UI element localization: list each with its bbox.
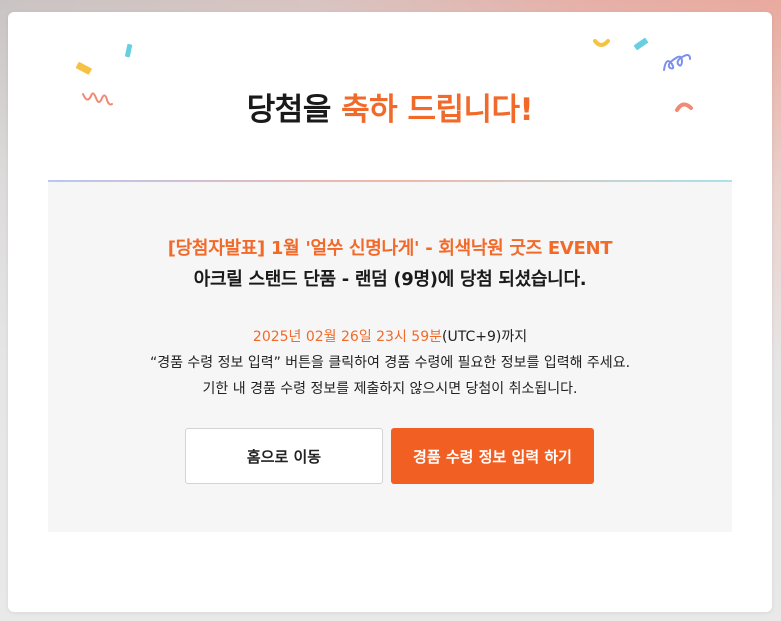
deadline-line: 2025년 02월 26일 23시 59분(UTC+9)까지: [48, 324, 732, 350]
congratulations-heading: 당첨을 축하 드립니다!: [8, 84, 772, 129]
deadline-timezone: (UTC+9)까지: [442, 329, 528, 345]
confetti-yellow-left-icon: [75, 62, 92, 75]
heading-accent: 축하 드립니다!: [341, 92, 534, 128]
instructions: 2025년 02월 26일 23시 59분(UTC+9)까지 “경품 수령 정보…: [48, 324, 732, 402]
winner-modal: 당첨을 축하 드립니다! [당첨자발표] 1월 '얼쑤 신명나게' - 회색낙원…: [8, 12, 772, 612]
warning-line: 기한 내 경품 수령 정보를 제출하지 않으시면 당첨이 취소됩니다.: [202, 381, 578, 397]
event-title: [당첨자발표] 1월 '얼쑤 신명나게' - 회색낙원 굿즈 EVENT: [167, 238, 613, 259]
submit-prize-info-button[interactable]: 경품 수령 정보 입력 하기: [391, 428, 594, 484]
confetti-blue-swirl-icon: [663, 54, 691, 71]
confetti-yellow-right-icon: [593, 39, 610, 47]
confetti-teal-right-icon: [633, 37, 649, 51]
go-home-button[interactable]: 홈으로 이동: [185, 428, 383, 484]
result-panel: [당첨자발표] 1월 '얼쑤 신명나게' - 회색낙원 굿즈 EVENT 아크릴…: [48, 182, 732, 532]
confetti-teal-left-icon: [124, 43, 133, 58]
instruction-line: “경품 수령 정보 입력” 버튼을 클릭하여 경품 수령에 필요한 정보를 입력…: [149, 355, 631, 371]
heading-prefix: 당첨을: [246, 92, 342, 128]
deadline-date: 2025년 02월 26일 23시 59분: [252, 329, 442, 345]
prize-message: 아크릴 스탠드 단품 - 랜덤 (9명)에 당첨 되셨습니다.: [193, 269, 587, 290]
